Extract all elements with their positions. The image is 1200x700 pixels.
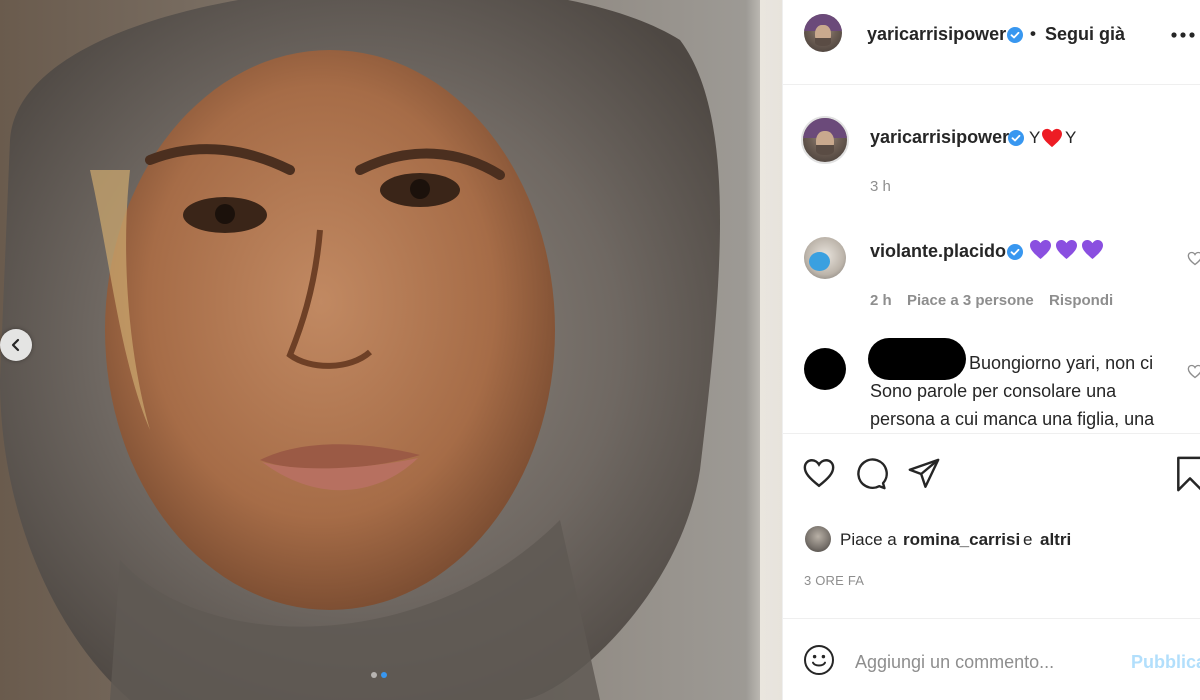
liker-avatar[interactable] [805, 526, 831, 552]
post-timestamp[interactable]: 3 ORE FA [804, 573, 864, 588]
comments-list: yaricarrisipower Y Y 3 h violante.placid… [783, 85, 1200, 434]
red-heart-emoji-icon [1042, 128, 1062, 148]
likes-prefix: Piace a [840, 530, 897, 549]
photo-edge [746, 0, 782, 700]
comment-text-line-3: persona a cui manca una figlia, una [870, 409, 1155, 429]
author-avatar[interactable] [804, 14, 842, 52]
previous-photo-button[interactable] [0, 329, 32, 361]
purple-heart-emoji-icon [1082, 239, 1103, 260]
purple-heart-emoji-icon [1030, 239, 1051, 260]
commenter-username[interactable]: violante.placido [870, 241, 1006, 262]
share-paper-plane-icon[interactable] [907, 457, 941, 491]
post-side-panel: yaricarrisipower • Segui già yaricarrisi… [782, 0, 1200, 700]
separator-dot: • [1030, 24, 1036, 43]
save-bookmark-icon[interactable] [1175, 455, 1200, 493]
likes-joiner: e [1023, 530, 1033, 549]
post-header: yaricarrisipower • Segui già [783, 0, 1200, 85]
caption-text-end: Y [1065, 128, 1077, 147]
publish-button[interactable]: Pubblica [1131, 652, 1200, 673]
caption-author-username[interactable]: yaricarrisipower [870, 127, 1009, 148]
redacted-commenter-avatar[interactable] [804, 348, 846, 390]
comment-text-line-2: Sono parole per consolare una [870, 381, 1117, 401]
comment-like-heart-icon[interactable] [1187, 251, 1200, 266]
comment-input[interactable]: Aggiungi un commento... [855, 652, 1054, 673]
author-username[interactable]: yaricarrisipower [867, 24, 1006, 45]
likes-user-link[interactable]: romina_carrisi [903, 530, 1020, 550]
comment-bubble-icon[interactable] [854, 457, 888, 491]
purple-hearts-emoji [1029, 239, 1104, 260]
more-horizontal-icon[interactable] [1171, 32, 1195, 38]
emoji-smiley-icon[interactable] [803, 644, 835, 676]
carousel-dot-active [381, 672, 387, 678]
carousel-indicator [371, 672, 387, 678]
carousel-dot [371, 672, 377, 678]
caption-author-avatar[interactable] [801, 116, 849, 164]
redacted-username [868, 338, 966, 380]
like-heart-icon[interactable] [802, 457, 836, 489]
post-photo [0, 0, 782, 700]
post-actions: Piace a romina_carrisi e altri 3 ORE FA [783, 433, 1200, 619]
reply-button[interactable]: Rispondi [1049, 292, 1113, 309]
chevron-left-icon [11, 338, 20, 352]
caption-text-start: Y [1029, 128, 1041, 147]
follow-status-button[interactable]: Segui già [1045, 24, 1125, 45]
verified-badge-icon [1007, 244, 1023, 260]
likes-others-link[interactable]: altri [1040, 530, 1071, 550]
caption-time: 3 h [870, 178, 891, 195]
comment-time[interactable]: 2 h [870, 292, 892, 309]
verified-badge-icon [1008, 130, 1024, 146]
add-comment-bar: Aggiungi un commento... Pubblica [783, 619, 1200, 700]
commenter-avatar[interactable] [804, 237, 846, 279]
portrait-image [0, 0, 760, 700]
comment-text-line-1: Buongiorno yari, non ci [969, 353, 1154, 373]
comment-likes-count[interactable]: Piace a 3 persone [907, 292, 1034, 309]
comment-like-heart-icon[interactable] [1187, 364, 1200, 379]
verified-badge-icon [1007, 27, 1023, 43]
purple-heart-emoji-icon [1056, 239, 1077, 260]
